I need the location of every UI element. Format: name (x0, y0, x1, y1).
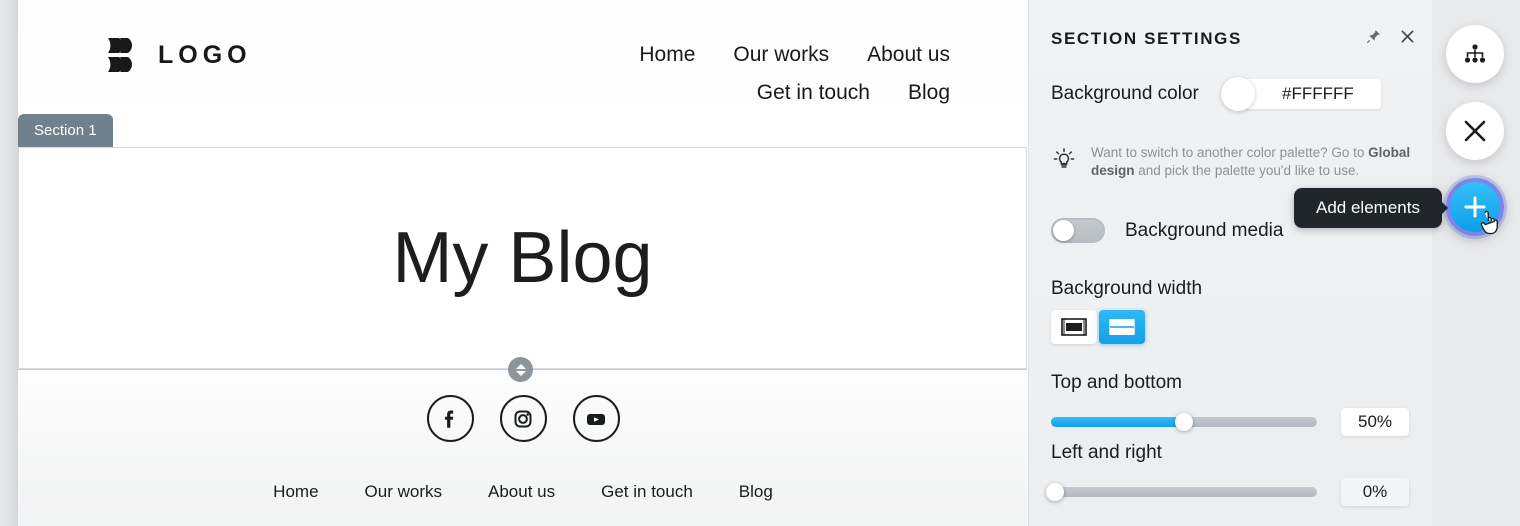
site-main-nav: Home Our works About us Get in touch Blo… (550, 40, 950, 109)
logo-text: LOGO (158, 40, 252, 69)
boxed-width-icon[interactable] (1051, 310, 1097, 344)
top-and-bottom-block: Top and bottom 50% (1051, 372, 1411, 436)
lightbulb-icon (1051, 146, 1077, 177)
left-and-right-slider-row: 0% (1046, 478, 1411, 506)
footer-nav: Home Our works About us Get in touch Blo… (18, 482, 1028, 502)
section-tab-label: Section 1 (34, 122, 97, 139)
editor-root: LOGO Home Our works About us Get in touc… (0, 0, 1520, 526)
add-elements-tooltip: Add elements (1294, 188, 1442, 228)
palette-hint-text: Want to switch to another color palette?… (1091, 144, 1423, 180)
footer-item-home[interactable]: Home (273, 482, 318, 502)
sitemap-icon[interactable] (1446, 25, 1504, 83)
slider-thumb[interactable] (1046, 483, 1064, 501)
nav-row-secondary: Get in touch Blog (550, 78, 950, 108)
hand-pointer-cursor-icon (1480, 210, 1502, 241)
background-color-label: Background color (1051, 83, 1199, 104)
palette-hint: Want to switch to another color palette?… (1051, 144, 1423, 180)
chevron-up-icon (515, 363, 526, 369)
color-swatch[interactable] (1220, 77, 1255, 111)
double-chevron-logo-mark-icon (106, 36, 142, 74)
hint-text-after: and pick the palette you'd like to use. (1134, 163, 1360, 179)
nav-item-home[interactable]: Home (639, 40, 695, 70)
left-and-right-label: Left and right (1051, 442, 1162, 463)
left-and-right-block: Left and right 0% (1046, 442, 1411, 506)
chevron-down-icon (515, 370, 526, 376)
left-gutter (0, 0, 18, 526)
toggle-knob (1053, 220, 1074, 241)
site-logo[interactable]: LOGO (106, 36, 252, 74)
add-elements-button[interactable] (1446, 178, 1504, 236)
facebook-icon[interactable] (426, 395, 474, 442)
instagram-icon[interactable] (499, 395, 547, 442)
background-width-options (1051, 310, 1145, 344)
top-and-bottom-label: Top and bottom (1051, 372, 1182, 393)
close-icon[interactable] (1397, 26, 1417, 46)
site-footer: Home Our works About us Get in touch Blo… (18, 395, 1028, 502)
hint-text-before: Want to switch to another color palette?… (1091, 145, 1369, 160)
footer-item-about-us[interactable]: About us (488, 482, 555, 502)
background-color-control: #FFFFFF (1220, 77, 1381, 111)
floating-action-rail (1432, 0, 1520, 526)
top-and-bottom-value[interactable]: 50% (1341, 408, 1409, 436)
close-editor-icon[interactable] (1446, 102, 1504, 160)
slider-fill (1051, 417, 1184, 427)
top-and-bottom-slider[interactable] (1051, 413, 1317, 431)
panel-header-actions (1363, 26, 1417, 46)
left-and-right-slider[interactable] (1046, 483, 1317, 501)
footer-item-our-works[interactable]: Our works (365, 482, 442, 502)
hex-color-input[interactable]: #FFFFFF (1242, 79, 1381, 109)
background-color-row: Background color #FFFFFF (1051, 76, 1411, 112)
selected-section-frame[interactable]: My Blog (18, 147, 1027, 369)
nav-item-our-works[interactable]: Our works (733, 40, 829, 70)
background-media-toggle[interactable] (1051, 218, 1105, 243)
footer-item-blog[interactable]: Blog (739, 482, 773, 502)
section-tab[interactable]: Section 1 (18, 114, 113, 147)
nav-item-get-in-touch[interactable]: Get in touch (757, 78, 870, 108)
youtube-icon[interactable] (572, 395, 620, 442)
panel-title: SECTION SETTINGS (1051, 29, 1242, 48)
pushpin-icon[interactable] (1363, 26, 1383, 46)
panel-header: SECTION SETTINGS (1029, 22, 1432, 56)
top-and-bottom-slider-row: 50% (1051, 408, 1411, 436)
slider-thumb[interactable] (1175, 413, 1193, 431)
left-and-right-value[interactable]: 0% (1341, 478, 1409, 506)
social-links (18, 395, 1028, 442)
section-resize-handle[interactable] (508, 357, 533, 382)
background-media-row: Background media (1051, 218, 1283, 243)
footer-item-get-in-touch[interactable]: Get in touch (601, 482, 693, 502)
tooltip-text: Add elements (1316, 198, 1420, 217)
nav-item-about-us[interactable]: About us (867, 40, 950, 70)
section-settings-panel: SECTION SETTINGS Background color #FFFFF… (1028, 0, 1432, 526)
nav-row-primary: Home Our works About us (550, 40, 950, 70)
background-width-label: Background width (1051, 278, 1203, 299)
full-width-icon[interactable] (1099, 310, 1145, 344)
hero-title[interactable]: My Blog (392, 217, 652, 299)
nav-item-blog[interactable]: Blog (908, 78, 950, 108)
site-header: LOGO Home Our works About us Get in touc… (18, 0, 1028, 118)
background-media-label: Background media (1125, 219, 1284, 241)
